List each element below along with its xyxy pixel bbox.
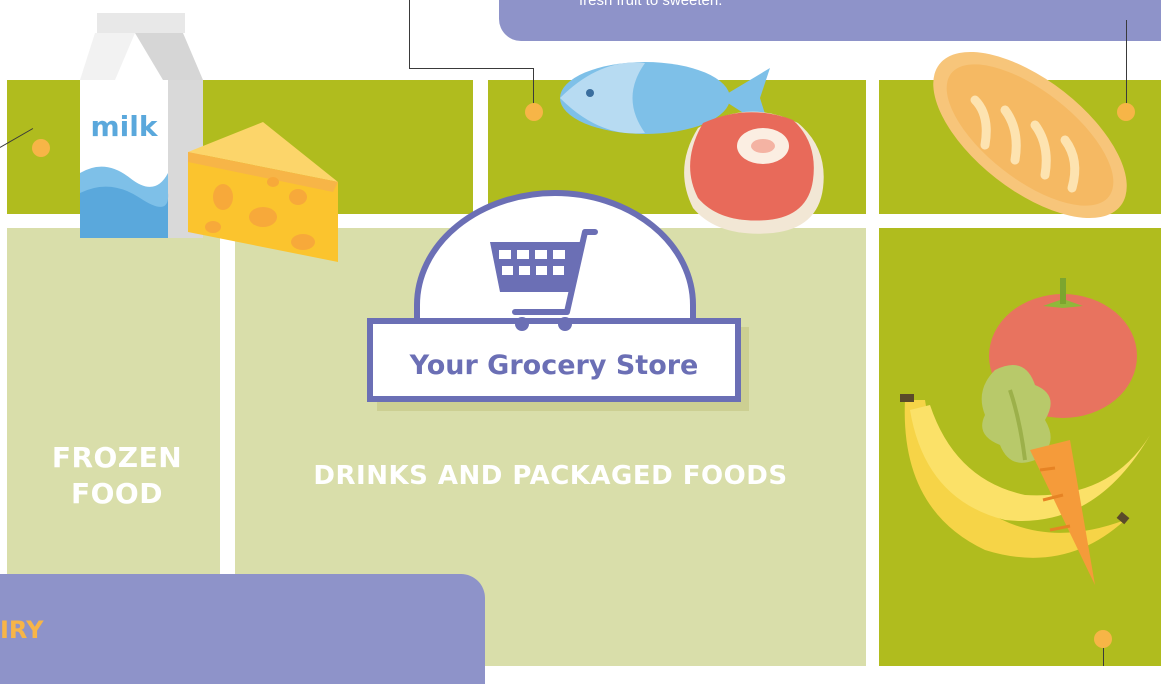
store-name: Your Grocery Store [409,350,699,381]
top-callout-text: fresh fruit to sweeten. [579,0,723,9]
dairy-callout: IRY [0,574,485,684]
drinks-label: DRINKS AND PACKAGED FOODS [313,461,788,491]
connector-line [409,68,534,69]
milk-label: milk [91,110,159,143]
connector-line [533,68,534,104]
meat-marker[interactable] [525,103,543,121]
produce-marker[interactable] [1094,630,1112,648]
dairy-marker[interactable] [32,139,50,157]
top-callout: fresh fruit to sweeten. [499,0,1161,41]
connector-line [1103,648,1104,666]
bread-icon [933,51,1127,219]
shopping-cart-icon [490,229,598,331]
cheese-icon [188,122,338,262]
connector-line [409,0,410,69]
carrot-icon [1030,440,1095,585]
dairy-callout-heading: IRY [0,616,44,644]
frozen-food-label: FROZEN FOOD [51,441,183,510]
